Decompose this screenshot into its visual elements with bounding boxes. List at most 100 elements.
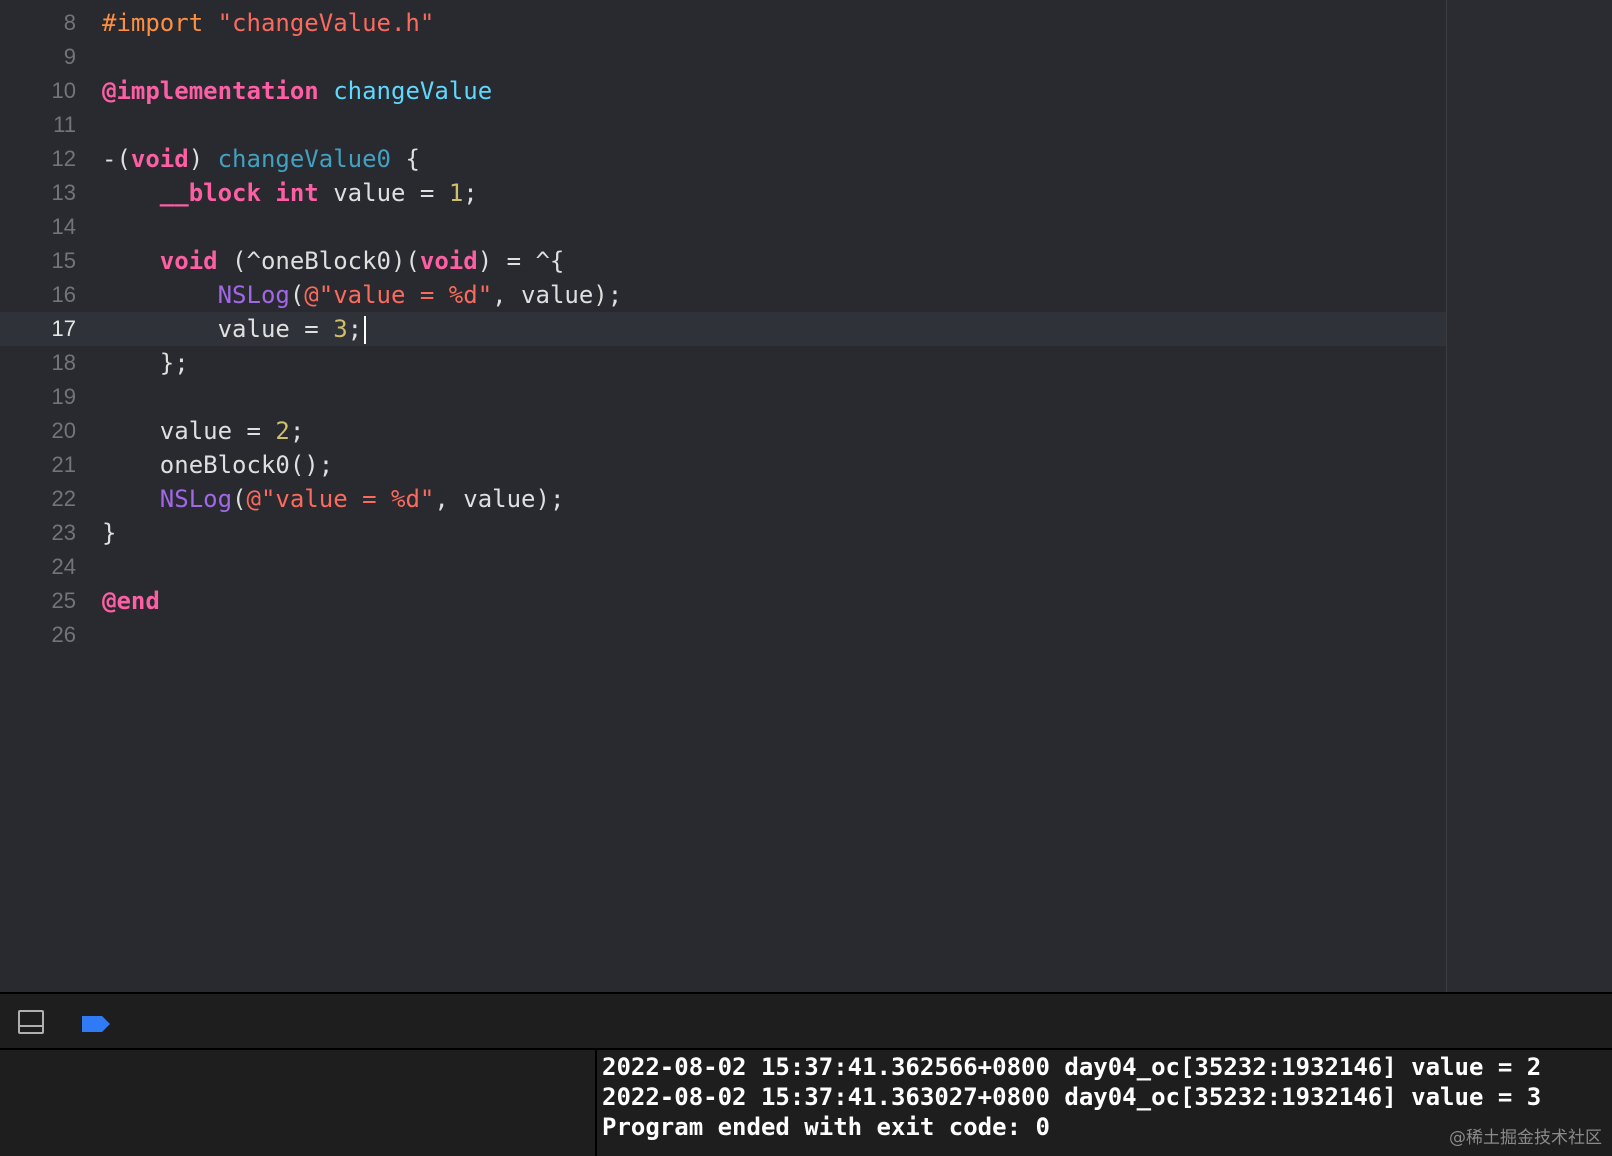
code-line[interactable]: 23} <box>0 516 1446 550</box>
code-token: } <box>102 519 117 547</box>
code-line[interactable]: 20 value = 2; <box>0 414 1446 448</box>
code-token: @end <box>102 587 160 615</box>
line-number[interactable]: 21 <box>0 448 76 482</box>
line-number[interactable]: 18 <box>0 346 76 380</box>
code-token: @implementation <box>102 77 319 105</box>
line-number[interactable]: 13 <box>0 176 76 210</box>
code-token: ( <box>289 281 305 309</box>
code-text[interactable]: }; <box>102 346 189 380</box>
code-line[interactable]: 22 NSLog(@"value = %d", value); <box>0 482 1446 516</box>
code-text[interactable]: __block int value = 1; <box>102 176 478 210</box>
code-line[interactable]: 12 -(void) changeValue0 { <box>0 142 1446 176</box>
code-text[interactable]: void (^oneBlock0)(void) = ^{ <box>102 244 565 278</box>
code-token: ; <box>289 417 305 445</box>
code-token: void <box>130 145 189 173</box>
code-token: 2 <box>275 417 290 445</box>
line-number[interactable]: 11 <box>0 108 76 142</box>
variables-view[interactable] <box>0 1050 597 1156</box>
console-output[interactable]: 2022-08-02 15:37:41.362566+0800 day04_oc… <box>597 1050 1612 1156</box>
code-token: ; <box>463 179 478 207</box>
code-line[interactable]: 25 @end <box>0 584 1446 618</box>
code-line[interactable]: 13 __block int value = 1; <box>0 176 1446 210</box>
line-number[interactable]: 10 <box>0 74 76 108</box>
line-number[interactable]: 26 <box>0 618 76 652</box>
code-lines[interactable]: 8 #import "changeValue.h" 9 10 @implementati… <box>0 6 1446 652</box>
code-text[interactable]: NSLog(@"value = %d", value); <box>102 278 623 312</box>
code-token: changeValue0 <box>217 145 391 173</box>
code-token: ( <box>232 485 247 513</box>
code-line[interactable]: 11 <box>0 108 1446 142</box>
code-line[interactable]: 19 <box>0 380 1446 414</box>
line-number[interactable]: 19 <box>0 380 76 414</box>
line-number[interactable]: 9 <box>0 40 76 74</box>
code-line[interactable]: 24 <box>0 550 1446 584</box>
code-line[interactable]: 9 <box>0 40 1446 74</box>
code-token: #import <box>102 9 218 37</box>
line-number[interactable]: 24 <box>0 550 76 584</box>
line-number[interactable]: 15 <box>0 244 76 278</box>
watermark-text: @稀土掘金技术社区 <box>1449 1128 1602 1148</box>
code-token: @"value = %d" <box>246 485 435 513</box>
line-number[interactable]: 25 <box>0 584 76 618</box>
code-token: 3 <box>333 315 348 343</box>
code-token: { <box>391 145 420 173</box>
code-text[interactable]: @implementation changeValue <box>102 74 492 108</box>
code-token: "changeValue.h" <box>217 9 435 37</box>
code-line[interactable]: 26 <box>0 618 1446 652</box>
code-line[interactable]: 18 }; <box>0 346 1446 380</box>
line-number[interactable]: 22 <box>0 482 76 516</box>
code-token: value = <box>102 417 276 445</box>
line-number[interactable]: 20 <box>0 414 76 448</box>
code-token: ; <box>347 315 363 343</box>
text-cursor <box>364 316 367 344</box>
code-text[interactable]: @end <box>102 584 160 618</box>
code-line[interactable]: 15 void (^oneBlock0)(void) = ^{ <box>0 244 1446 278</box>
breakpoint-toggle-icon[interactable] <box>80 1014 112 1034</box>
minimap[interactable] <box>1447 0 1612 992</box>
code-token: @"value = %d" <box>304 281 493 309</box>
code-text[interactable]: value = 2; <box>102 414 305 448</box>
console-line: Program ended with exit code: 0 <box>602 1113 1050 1141</box>
code-line[interactable]: 17 value = 3; <box>0 312 1446 346</box>
hide-debug-area-icon[interactable] <box>18 1010 44 1034</box>
line-number[interactable]: 16 <box>0 278 76 312</box>
code-token: void <box>419 247 478 275</box>
code-line[interactable]: 16 NSLog(@"value = %d", value); <box>0 278 1446 312</box>
code-token: 1 <box>448 179 464 207</box>
code-token: , value); <box>492 281 623 309</box>
code-text[interactable]: -(void) changeValue0 { <box>102 142 420 176</box>
code-line[interactable]: 14 <box>0 210 1446 244</box>
code-text[interactable]: } <box>102 516 116 550</box>
code-line[interactable]: 10 @implementation changeValue <box>0 74 1446 108</box>
code-token: }; <box>102 349 189 377</box>
line-number[interactable]: 12 <box>0 142 76 176</box>
code-token: NSLog <box>159 485 233 513</box>
code-token: (^oneBlock0)( <box>217 247 420 275</box>
code-line[interactable]: 8 #import "changeValue.h" <box>0 6 1446 40</box>
code-token: ) = ^{ <box>477 247 565 275</box>
code-token: oneBlock0(); <box>102 451 334 479</box>
code-text[interactable]: oneBlock0(); <box>102 448 333 482</box>
code-token: __block <box>159 179 261 207</box>
code-text[interactable]: #import "changeValue.h" <box>102 6 434 40</box>
code-token: void <box>159 247 218 275</box>
code-line[interactable]: 21 oneBlock0(); <box>0 448 1446 482</box>
code-token: int <box>275 179 319 207</box>
source-editor[interactable]: 8 #import "changeValue.h" 9 10 @implementati… <box>0 0 1612 992</box>
console-line: 2022-08-02 15:37:41.362566+0800 day04_oc… <box>602 1053 1542 1081</box>
line-number[interactable]: 14 <box>0 210 76 244</box>
code-token: -( <box>102 145 131 173</box>
line-number[interactable]: 17 <box>0 312 76 346</box>
line-number[interactable]: 23 <box>0 516 76 550</box>
code-text[interactable]: NSLog(@"value = %d", value); <box>102 482 565 516</box>
code-token: value = <box>102 315 334 343</box>
code-text[interactable]: value = 3; <box>102 312 367 346</box>
line-number[interactable]: 8 <box>0 6 76 40</box>
code-token: value = <box>318 179 449 207</box>
